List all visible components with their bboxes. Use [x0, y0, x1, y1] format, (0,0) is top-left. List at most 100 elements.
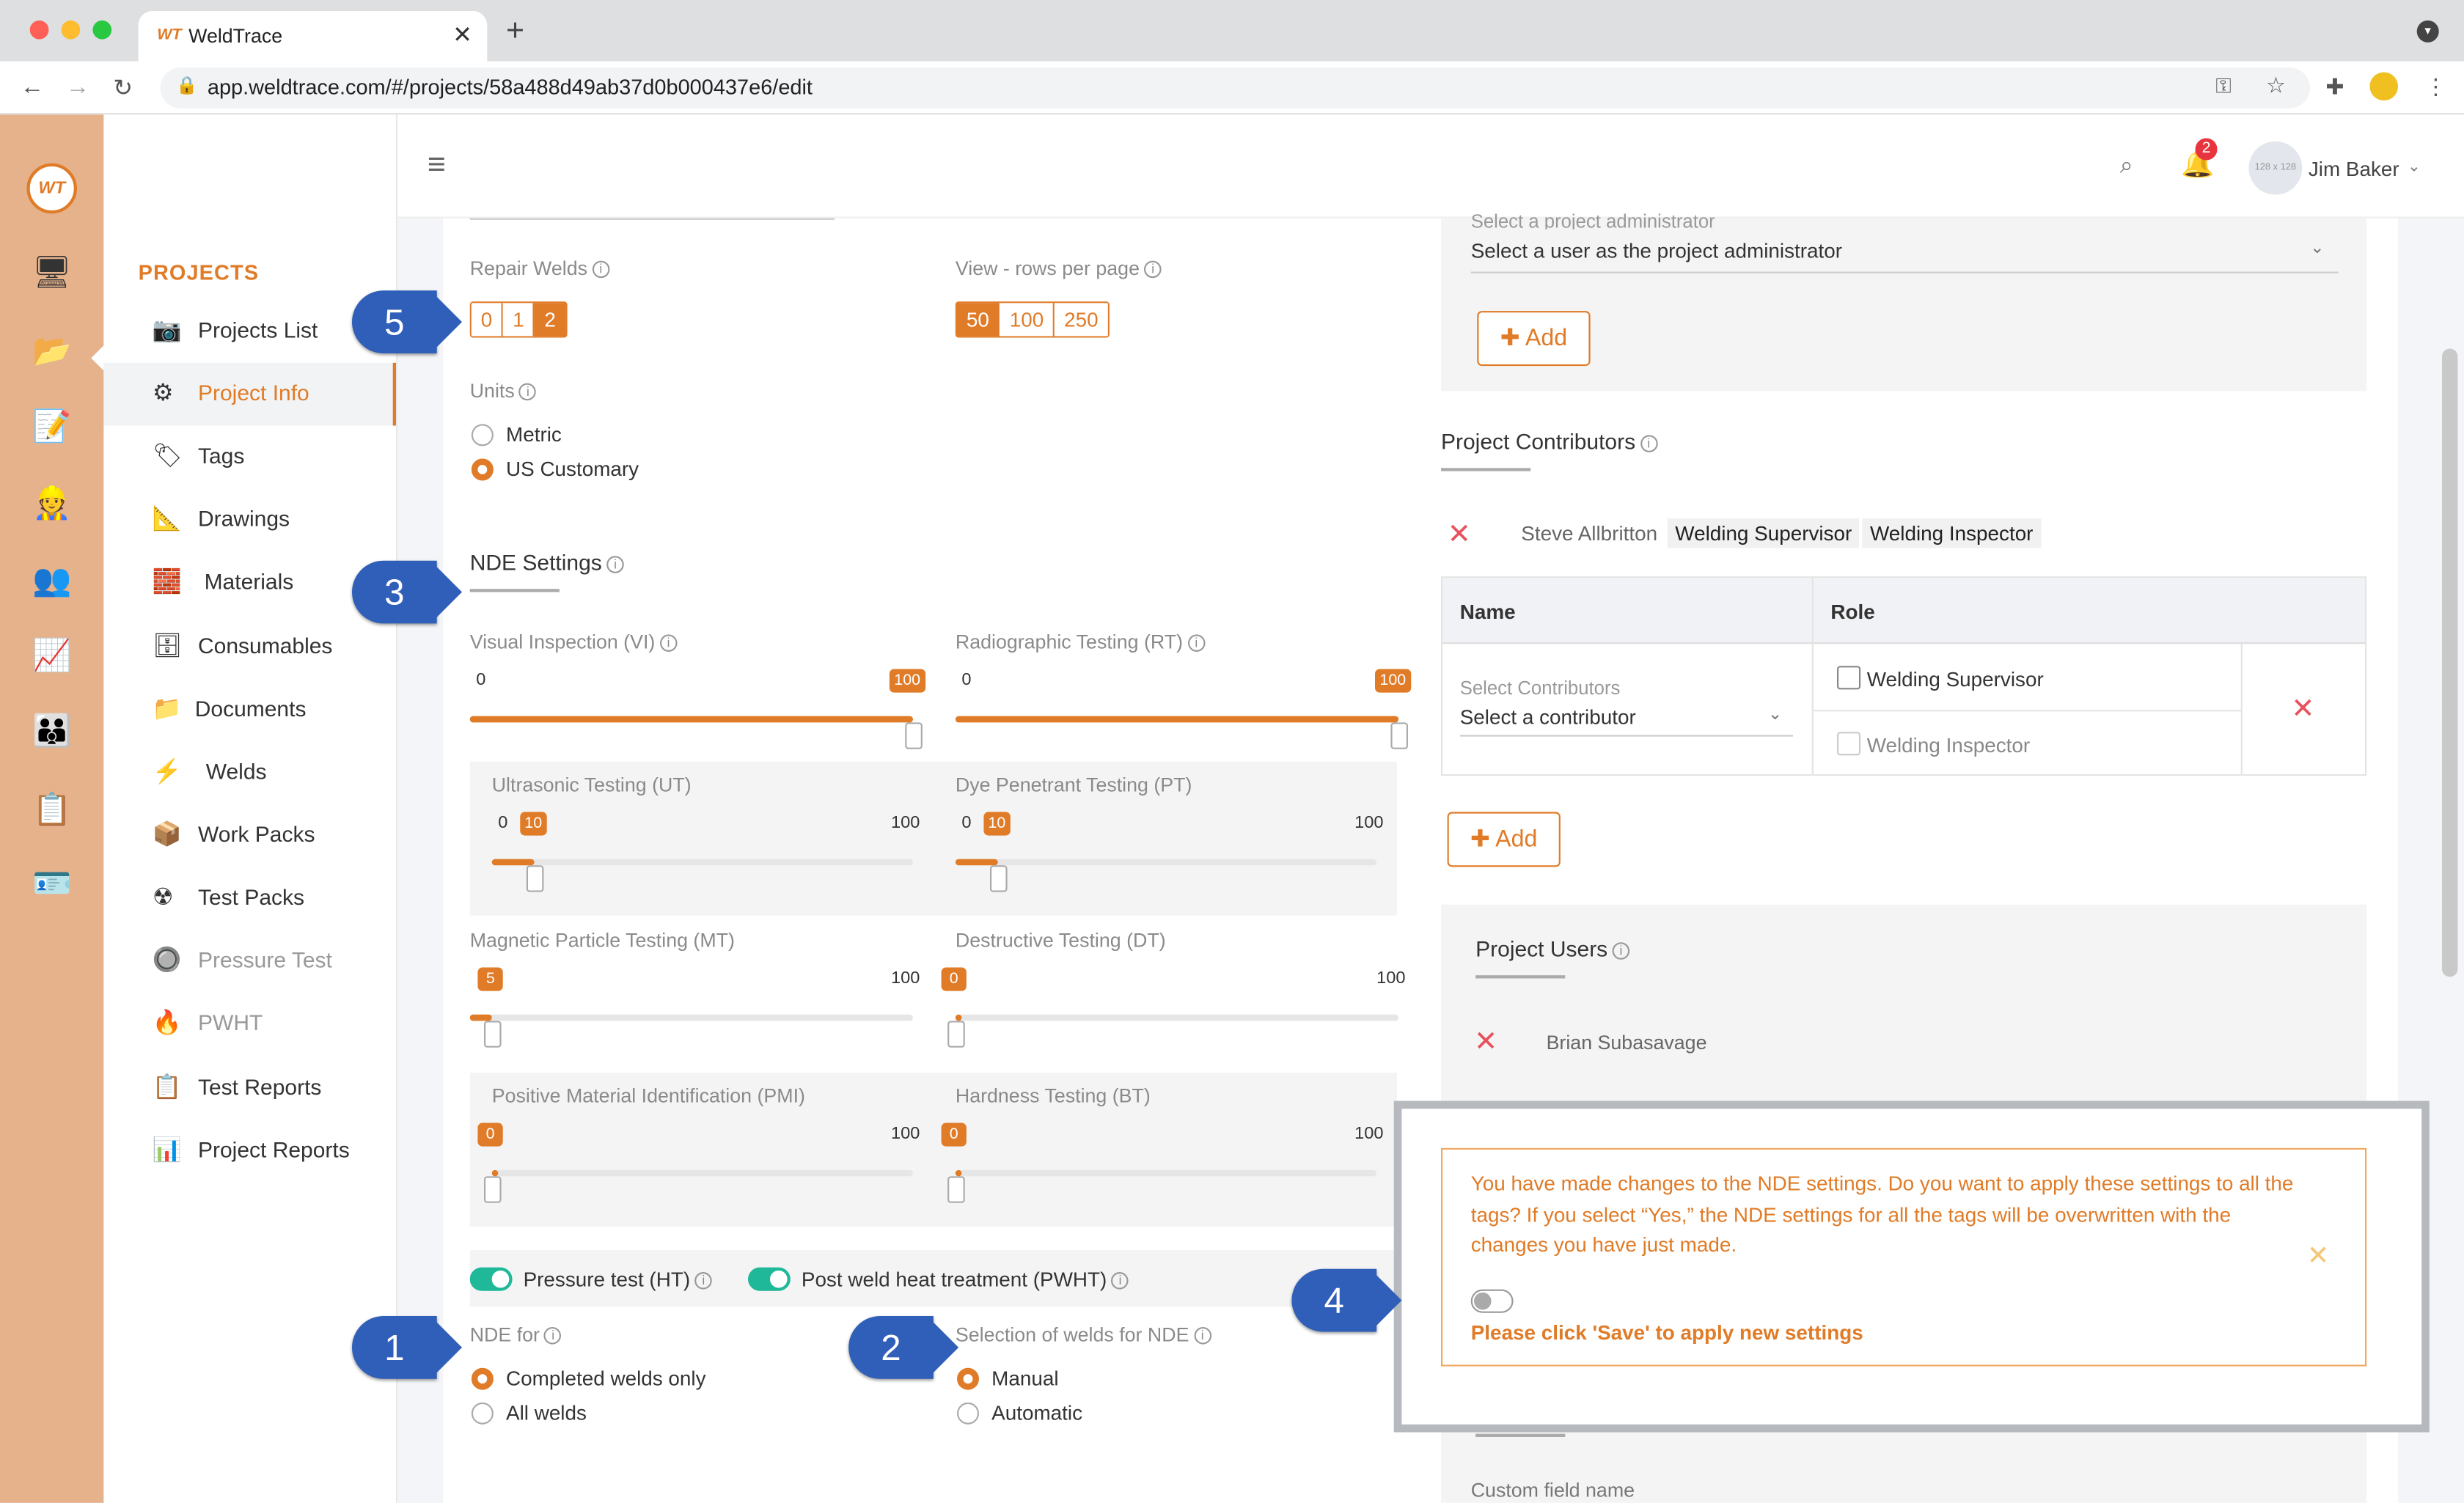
rows-option[interactable]: 250: [1055, 303, 1108, 337]
search-icon[interactable]: ⌕: [2120, 152, 2133, 179]
pwht-toggle[interactable]: [747, 1267, 791, 1291]
org-chart-icon[interactable]: 👥: [29, 557, 76, 604]
nde-slider-handle[interactable]: [526, 865, 543, 892]
minimize-window-dot[interactable]: [61, 20, 81, 40]
pressure-test-toggle[interactable]: [469, 1267, 513, 1291]
projects-folder-icon[interactable]: 📂: [29, 328, 76, 375]
nde-slider-track[interactable]: [955, 1169, 1377, 1177]
tab-search-icon[interactable]: ▾: [2416, 20, 2439, 43]
add-contributor-button[interactable]: ✚ Add: [1447, 812, 1561, 867]
info-icon[interactable]: i: [1144, 260, 1162, 279]
welding-supervisor-checkbox[interactable]: [1837, 666, 1861, 690]
welder-icon[interactable]: 👷: [29, 480, 76, 527]
avatar[interactable]: 128 x 128: [2248, 141, 2303, 195]
dashboard-icon[interactable]: 🖥: [29, 250, 76, 297]
sidebar-item-work-packs[interactable]: 📦 Work Packs: [103, 804, 396, 867]
repair-welds-option[interactable]: 1: [503, 303, 535, 337]
sidebar-item-test-reports[interactable]: 📋 Test Reports: [103, 1057, 396, 1120]
reload-icon[interactable]: ↻: [113, 74, 133, 102]
nde-slider-track[interactable]: [491, 1169, 913, 1177]
team-icon[interactable]: 👪: [29, 708, 76, 755]
sidebar-item-consumables[interactable]: 🗄 Consumables: [103, 616, 396, 679]
info-icon[interactable]: i: [606, 556, 624, 573]
zoom-window-dot[interactable]: [92, 20, 112, 40]
info-icon[interactable]: i: [544, 1327, 562, 1345]
badge-icon[interactable]: 🪪: [29, 861, 76, 908]
completed-welds-radio[interactable]: [471, 1367, 494, 1390]
browser-menu-icon[interactable]: ⋮: [2424, 74, 2446, 100]
chevron-down-icon[interactable]: ⌄: [2408, 158, 2421, 176]
info-icon[interactable]: i: [1187, 634, 1206, 652]
rows-option-selected[interactable]: 50: [957, 303, 1000, 337]
sidebar-item-pwht[interactable]: 🔥 PWHT: [103, 993, 396, 1056]
info-icon[interactable]: i: [659, 634, 678, 652]
sidebar-item-drawings[interactable]: 📐 Drawings: [103, 488, 396, 551]
info-icon[interactable]: i: [1111, 1272, 1129, 1290]
extensions-icon[interactable]: ✚: [2325, 74, 2344, 100]
clipboard-clock-icon[interactable]: 📋: [29, 787, 76, 834]
info-icon[interactable]: i: [1193, 1327, 1211, 1345]
star-icon[interactable]: ☆: [2266, 73, 2286, 99]
info-icon[interactable]: i: [1612, 942, 1630, 960]
reports-board-icon[interactable]: 📈: [29, 633, 76, 680]
sidebar-item-materials[interactable]: 🧱 Materials: [103, 551, 396, 614]
new-tab-icon[interactable]: +: [506, 14, 524, 50]
repair-welds-option[interactable]: 0: [471, 303, 504, 337]
units-us-customary-radio[interactable]: [471, 458, 494, 481]
sidebar-item-pressure-test[interactable]: 🔘 Pressure Test: [103, 930, 396, 993]
forward-icon[interactable]: →: [66, 74, 89, 100]
sidebar-item-projects-list[interactable]: 📷 Projects List: [103, 300, 396, 363]
nde-slider-handle[interactable]: [484, 1021, 502, 1048]
nde-slider-handle[interactable]: [484, 1176, 502, 1203]
role-chip: Welding Supervisor: [1667, 518, 1860, 548]
repair-welds-option-selected[interactable]: 2: [535, 303, 565, 337]
sidebar-item-documents[interactable]: 📁 Documents: [103, 678, 396, 741]
checklist-settings-icon[interactable]: 📝: [29, 404, 76, 451]
page-scrollbar[interactable]: [2442, 348, 2458, 977]
sidebar-item-tags[interactable]: 🏷 Tags: [103, 425, 396, 488]
sidebar-item-project-reports[interactable]: 📊 Project Reports: [103, 1120, 396, 1183]
remove-user-icon[interactable]: ✕: [1474, 1026, 1497, 1059]
info-icon[interactable]: i: [519, 383, 537, 401]
apply-to-tags-toggle[interactable]: [1470, 1289, 1514, 1313]
nde-slider-handle[interactable]: [947, 1021, 965, 1048]
all-welds-radio[interactable]: [471, 1402, 494, 1425]
welding-inspector-checkbox[interactable]: [1837, 732, 1861, 756]
hamburger-menu-icon[interactable]: ≡: [428, 147, 446, 183]
rows-option[interactable]: 100: [1000, 303, 1055, 337]
key-icon[interactable]: ⚿: [2215, 74, 2231, 99]
remove-row-icon[interactable]: ✕: [2291, 693, 2314, 726]
close-tab-icon[interactable]: ✕: [452, 21, 472, 48]
nde-slider-handle[interactable]: [905, 722, 923, 749]
sidebar-item-welds[interactable]: ⚡ Welds: [103, 741, 396, 804]
weldtrace-logo-icon[interactable]: WT: [26, 163, 77, 214]
info-icon[interactable]: i: [592, 260, 610, 279]
sidebar-item-test-packs[interactable]: ☢ Test Packs: [103, 867, 396, 930]
section-underline: [1475, 975, 1566, 979]
nde-slider-track[interactable]: [469, 1014, 913, 1021]
close-window-dot[interactable]: [29, 20, 49, 40]
units-metric-radio[interactable]: [471, 424, 494, 447]
user-name[interactable]: Jim Baker: [2309, 157, 2399, 180]
profile-icon[interactable]: [2369, 72, 2398, 101]
info-icon[interactable]: i: [1640, 435, 1658, 452]
admin-select[interactable]: Select a user as the project administrat…: [1470, 237, 2339, 273]
close-alert-icon[interactable]: ✕: [2307, 1241, 2330, 1272]
contributor-select[interactable]: Select a contributor ⌄: [1459, 704, 1793, 737]
remove-contributor-icon[interactable]: ✕: [1448, 518, 1471, 551]
nde-slider-handle[interactable]: [947, 1176, 965, 1203]
back-icon[interactable]: ←: [21, 74, 44, 100]
nde-slider-handle[interactable]: [1390, 722, 1408, 749]
automatic-radio[interactable]: [957, 1402, 979, 1425]
nde-slider-handle[interactable]: [989, 865, 1008, 892]
manual-radio[interactable]: [957, 1367, 979, 1390]
nde-slider-track[interactable]: [491, 859, 913, 866]
info-icon[interactable]: i: [694, 1272, 713, 1290]
tab-title: WeldTrace: [188, 25, 283, 48]
url-field[interactable]: 🔒 app.weldtrace.com/#/projects/58a488d49…: [160, 67, 2310, 109]
browser-tab[interactable]: WT WeldTrace ✕: [138, 10, 488, 62]
sidebar-item-project-info[interactable]: ⚙ Project Info: [103, 362, 396, 426]
nde-slider-track[interactable]: [955, 859, 1377, 866]
nde-slider-track[interactable]: [955, 1014, 1399, 1021]
add-admin-button[interactable]: ✚ Add: [1477, 311, 1591, 367]
